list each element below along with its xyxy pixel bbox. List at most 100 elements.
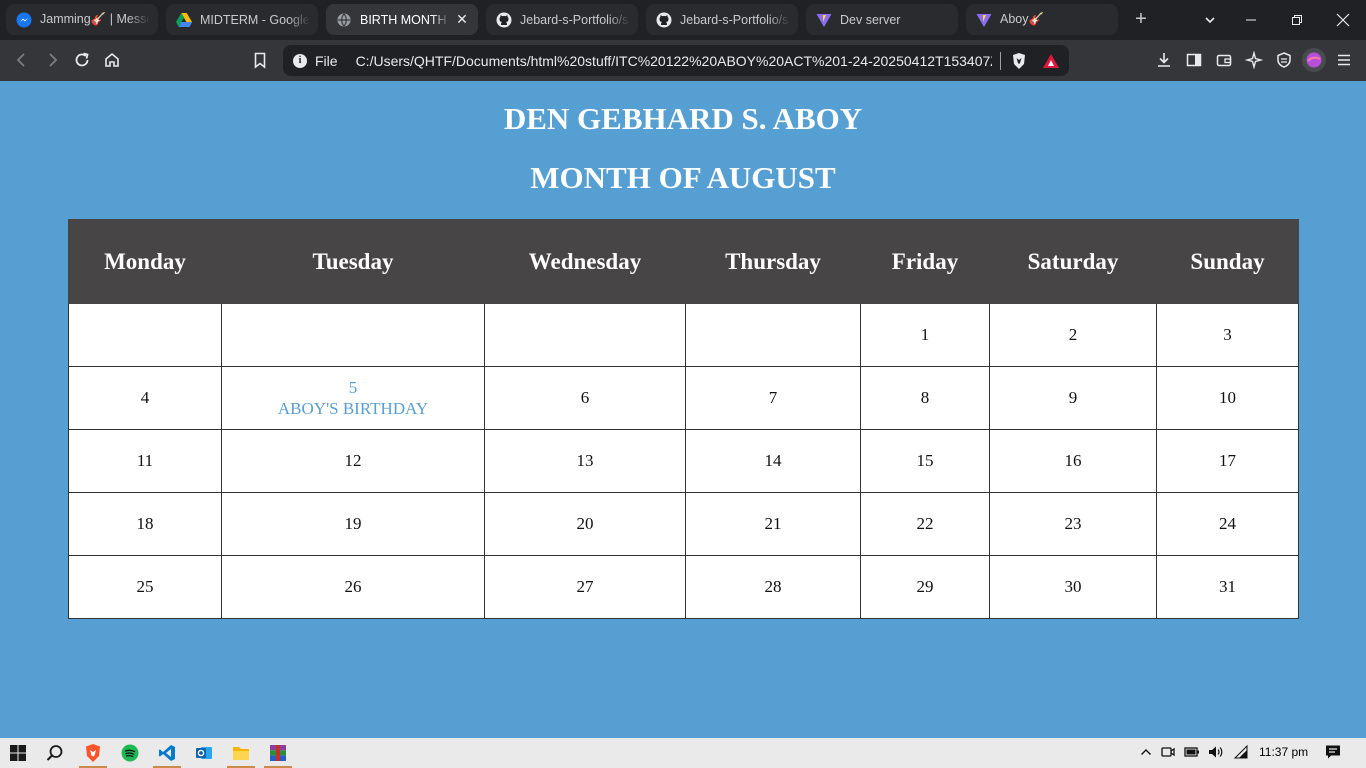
- day-cell: 20: [484, 492, 686, 556]
- day-cell: [484, 303, 686, 367]
- day-cell: 27: [484, 555, 686, 619]
- tab-title: Dev server: [840, 12, 901, 27]
- divider: [999, 51, 1001, 70]
- battery-icon[interactable]: [1184, 744, 1200, 760]
- day-cell: 28: [685, 555, 861, 619]
- day-cell: 21: [685, 492, 861, 556]
- day-cell: 31: [1156, 555, 1299, 619]
- reload-icon[interactable]: [71, 49, 93, 71]
- search-icon[interactable]: [43, 742, 67, 764]
- brave-shields-icon[interactable]: [1009, 51, 1029, 71]
- day-cell: 11: [68, 429, 222, 493]
- clock[interactable]: 11:37 pm: [1259, 745, 1308, 759]
- birthday-day-number: 5: [348, 378, 358, 397]
- tab-dev-server[interactable]: Dev server: [806, 4, 958, 35]
- day-cell: [221, 303, 485, 367]
- close-tab-icon[interactable]: ✕: [454, 11, 470, 28]
- leo-ai-icon[interactable]: [1243, 49, 1265, 71]
- day-cell: 9: [989, 366, 1157, 430]
- globe-icon: [336, 12, 352, 28]
- forward-icon[interactable]: [41, 49, 63, 71]
- tab-birth-month[interactable]: BIRTH MONTH CALENDAR ✕: [326, 4, 478, 35]
- weekday-header: Thursday: [685, 219, 861, 304]
- day-cell: 18: [68, 492, 222, 556]
- address-bar[interactable]: i File C:/Users/QHTF/Documents/html%20st…: [283, 45, 1069, 76]
- tab-title: BIRTH MONTH CALENDAR: [360, 12, 450, 27]
- url-text[interactable]: C:/Users/QHTF/Documents/html%20stuff/ITC…: [356, 53, 992, 69]
- tab-aboy[interactable]: Aboy🎸: [966, 4, 1118, 35]
- day-cell: 24: [1156, 492, 1299, 556]
- weekday-header: Monday: [68, 219, 222, 304]
- chevron-down-icon[interactable]: [1200, 10, 1220, 30]
- day-cell: 15: [860, 429, 990, 493]
- day-cell: [68, 303, 222, 367]
- day-cell: 16: [989, 429, 1157, 493]
- tab-messenger[interactable]: Jamming🎸 | Messenger: [6, 4, 158, 35]
- day-cell: 2: [989, 303, 1157, 367]
- file-explorer-icon[interactable]: [227, 742, 255, 768]
- vite-icon: [976, 12, 992, 28]
- day-cell: 25: [68, 555, 222, 619]
- week-row: 1 2 3: [68, 303, 1299, 367]
- bookmark-icon[interactable]: [249, 49, 271, 71]
- vpn-shield-icon[interactable]: [1273, 49, 1295, 71]
- day-cell: 23: [989, 492, 1157, 556]
- tab-github-1[interactable]: Jebard-s-Portfolio/st: [486, 4, 638, 35]
- tab-google-drive[interactable]: MIDTERM - Google Drive: [166, 4, 318, 35]
- birthday-label: ABOY'S BIRTHDAY: [277, 399, 429, 418]
- tab-title: Jebard-s-Portfolio/st: [680, 12, 790, 27]
- weekday-header: Sunday: [1156, 219, 1299, 304]
- week-row: 4 5 ABOY'S BIRTHDAY 6 7 8 9 10: [68, 366, 1299, 430]
- day-cell: 13: [484, 429, 686, 493]
- vscode-icon[interactable]: [153, 742, 181, 768]
- new-tab-button[interactable]: +: [1128, 7, 1154, 33]
- day-cell: 29: [860, 555, 990, 619]
- brave-icon[interactable]: [79, 742, 107, 768]
- day-cell: 17: [1156, 429, 1299, 493]
- wifi-icon[interactable]: [1233, 744, 1249, 760]
- winrar-icon[interactable]: [264, 742, 292, 768]
- sidebar-icon[interactable]: [1183, 49, 1205, 71]
- chevron-up-icon[interactable]: [1138, 744, 1154, 760]
- day-cell: 3: [1156, 303, 1299, 367]
- home-icon[interactable]: [101, 49, 123, 71]
- meet-now-icon[interactable]: [1160, 744, 1176, 760]
- back-icon[interactable]: [11, 49, 33, 71]
- weekday-header: Wednesday: [484, 219, 686, 304]
- wallet-icon[interactable]: [1213, 49, 1235, 71]
- day-cell: [685, 303, 861, 367]
- download-icon[interactable]: [1153, 49, 1175, 71]
- brave-rewards-icon[interactable]: [1041, 51, 1061, 71]
- day-cell: 22: [860, 492, 990, 556]
- tab-title: Aboy🎸: [1000, 12, 1045, 26]
- page-content: DEN GEBHARD S. ABOY MONTH OF AUGUST Mond…: [0, 81, 1366, 738]
- week-row: 25 26 27 28 29 30 31: [68, 555, 1299, 619]
- tab-title: Jebard-s-Portfolio/st: [520, 12, 630, 27]
- scheme-label: File: [315, 52, 338, 69]
- github-icon: [496, 12, 512, 28]
- day-cell: 7: [685, 366, 861, 430]
- close-window-icon[interactable]: [1320, 0, 1366, 40]
- spotify-icon[interactable]: [118, 742, 142, 764]
- outlook-icon[interactable]: [192, 742, 216, 764]
- tab-github-2[interactable]: Jebard-s-Portfolio/st: [646, 4, 798, 35]
- notifications-icon[interactable]: [1325, 744, 1341, 760]
- volume-icon[interactable]: [1208, 744, 1224, 760]
- day-cell: 4: [68, 366, 222, 430]
- vite-icon: [816, 12, 832, 28]
- messenger-icon: [16, 12, 32, 28]
- minimize-icon[interactable]: [1228, 0, 1274, 40]
- tab-strip: Jamming🎸 | Messenger MIDTERM - Google Dr…: [0, 0, 1366, 40]
- info-icon[interactable]: i: [293, 53, 307, 68]
- month-title: MONTH OF AUGUST: [530, 160, 836, 195]
- calendar-table: Monday Tuesday Wednesday Thursday Friday…: [68, 219, 1299, 619]
- day-cell: 1: [860, 303, 990, 367]
- windows-start-icon[interactable]: [6, 742, 30, 764]
- restore-icon[interactable]: [1274, 0, 1320, 40]
- profile-avatar-icon[interactable]: [1302, 48, 1326, 72]
- day-cell: 30: [989, 555, 1157, 619]
- weekday-header: Tuesday: [221, 219, 485, 304]
- weekday-header: Friday: [860, 219, 990, 304]
- day-cell: 26: [221, 555, 485, 619]
- menu-icon[interactable]: [1333, 49, 1355, 71]
